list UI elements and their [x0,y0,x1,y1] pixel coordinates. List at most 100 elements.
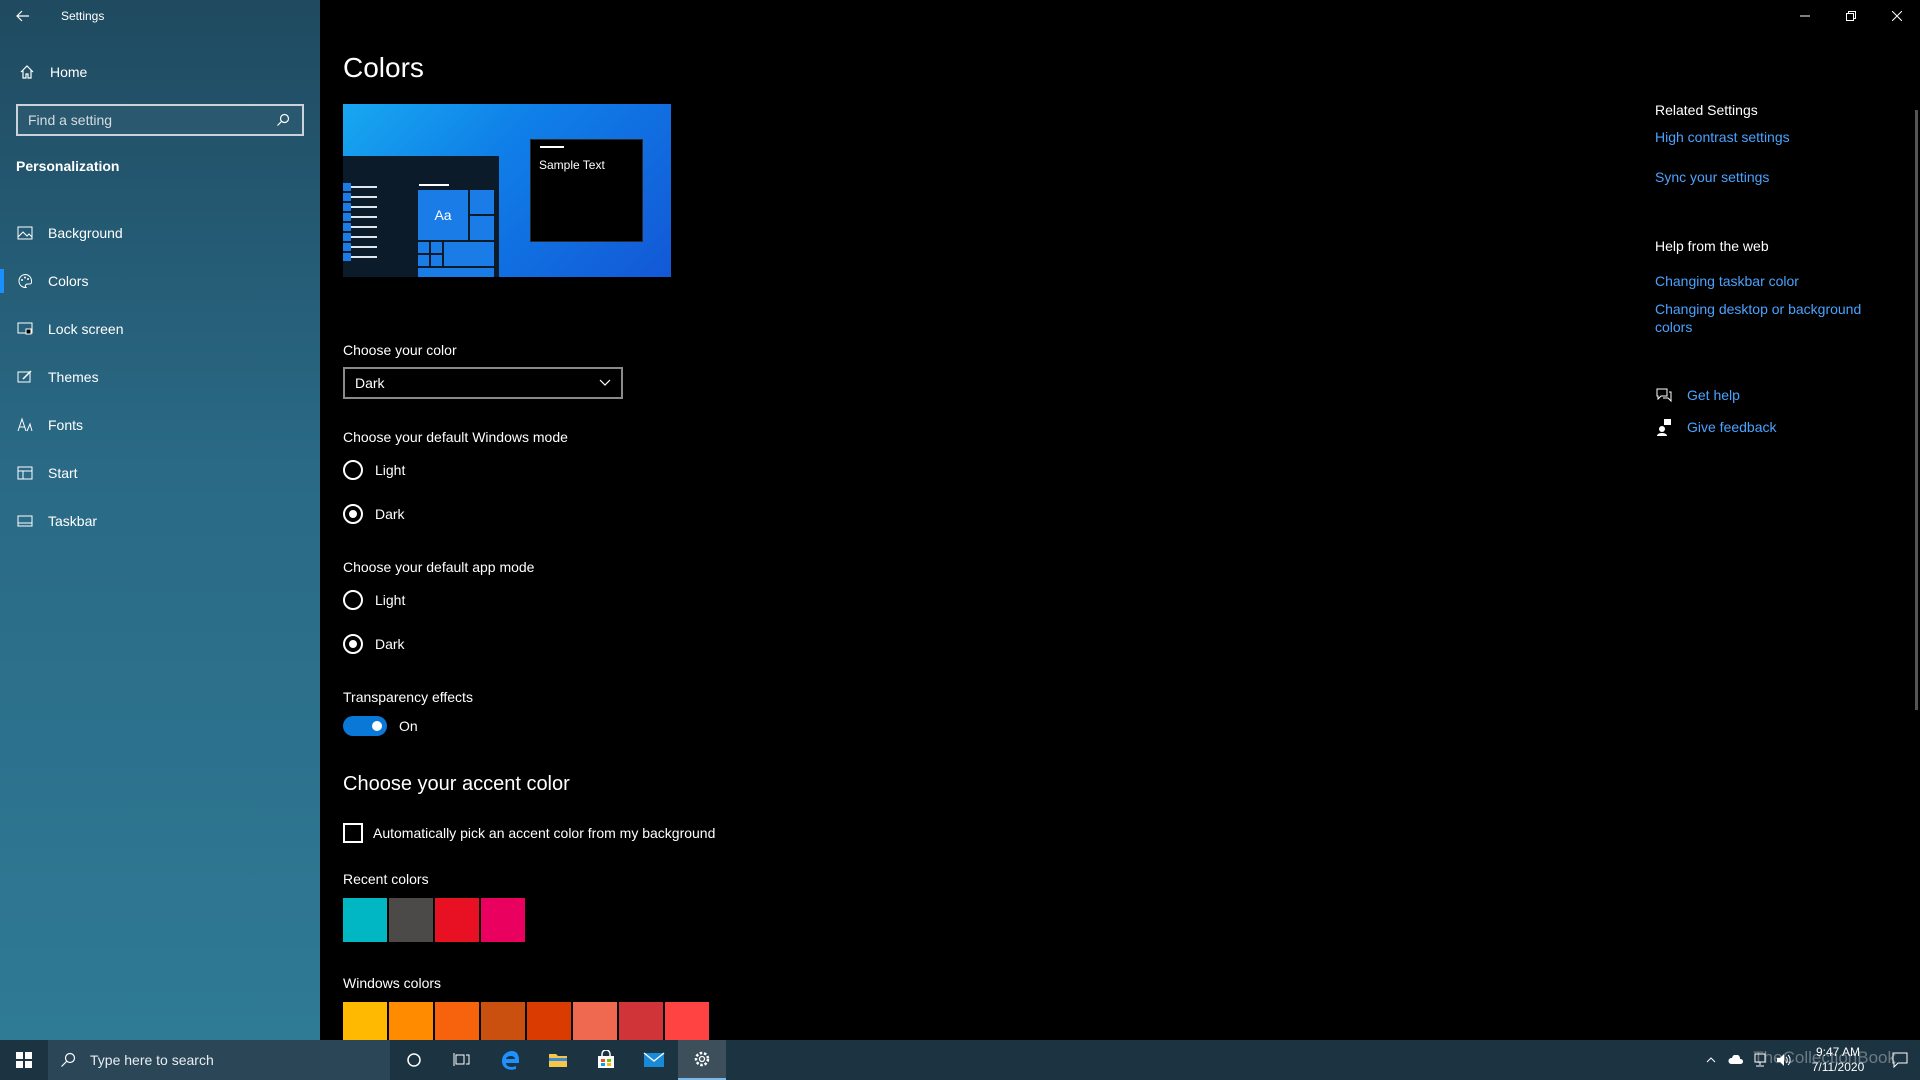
sidebar-item-taskbar[interactable]: Taskbar [0,497,320,545]
find-setting-input[interactable] [28,112,274,128]
cortana-icon [407,1053,421,1067]
sidebar-item-fonts[interactable]: Fonts [0,401,320,449]
start-button[interactable] [0,1040,48,1080]
toggle-track[interactable] [343,716,387,736]
radio-circle[interactable] [343,460,363,480]
back-button[interactable] [0,0,46,32]
chevron-up-icon [1706,1057,1716,1063]
taskbar-search-placeholder: Type here to search [90,1052,214,1068]
transparency-toggle[interactable]: On [343,716,418,736]
sidebar-item-themes[interactable]: Themes [0,353,320,401]
home-icon [18,63,36,81]
nav-list: Background Colors Lock screen Themes Fon… [0,209,320,545]
font-icon [16,416,34,434]
sidebar-item-background[interactable]: Background [0,209,320,257]
checkbox-label: Automatically pick an accent color from … [373,825,716,841]
get-help-link[interactable]: Get help [1655,386,1895,404]
preview-start-menu: Aa [343,156,499,277]
chevron-down-icon [599,379,611,386]
sync-settings-link[interactable]: Sync your settings [1655,168,1895,186]
scrollbar[interactable] [1915,110,1918,710]
folder-icon [549,1054,567,1067]
app-mode-light-radio[interactable]: Light [343,590,405,610]
sidebar-item-label: Colors [48,273,89,289]
app-mode-dark-radio[interactable]: Dark [343,634,405,654]
sidebar-item-label: Lock screen [48,321,124,337]
recent-color-swatch-4[interactable] [481,898,525,942]
windows-logo-icon [16,1052,32,1068]
chat-help-icon [1655,386,1673,404]
store-icon [598,1050,614,1068]
section-heading: Personalization [16,158,120,174]
cloud-icon [1728,1055,1744,1064]
radio-circle[interactable] [343,504,363,524]
checkbox-box[interactable] [343,823,363,843]
sidebar-item-label: Start [48,465,78,481]
give-feedback-link[interactable]: Give feedback [1655,418,1895,436]
sidebar-item-start[interactable]: Start [0,449,320,497]
choose-color-dropdown[interactable]: Dark [343,367,623,399]
radio-circle[interactable] [343,590,363,610]
sidebar-item-label: Taskbar [48,513,98,529]
task-view-icon [453,1053,470,1066]
sidebar-item-label: Themes [48,369,99,385]
desktop-color-link[interactable]: Changing desktop or background colors [1655,300,1885,336]
sidebar-item-lock-screen[interactable]: Lock screen [0,305,320,353]
store-button[interactable] [582,1040,630,1080]
task-view-button[interactable] [438,1040,486,1080]
nav-home-label: Home [50,64,88,80]
sidebar-item-colors[interactable]: Colors [0,257,320,305]
mail-icon [643,1052,665,1067]
back-arrow-icon [16,10,29,22]
choose-color-value: Dark [355,375,385,391]
accent-heading: Choose your accent color [343,773,570,795]
taskbar-search[interactable]: Type here to search [48,1040,390,1080]
radio-circle[interactable] [343,634,363,654]
give-feedback-label: Give feedback [1687,419,1777,435]
choose-color-label: Choose your color [343,342,457,358]
search-icon [61,1052,76,1067]
palette-icon [16,272,34,290]
sidebar: Settings Home Personalization Background… [0,0,320,1040]
related-heading: Related Settings [1655,102,1758,118]
edge-icon [502,1051,519,1070]
nav-home[interactable]: Home [0,58,320,86]
sidebar-item-label: Background [48,225,123,241]
system-tray: TheCollectionBook 9:47 AM 7/11/2020 [1698,1040,1920,1080]
find-setting-search[interactable] [16,104,304,136]
file-explorer-button[interactable] [534,1040,582,1080]
page-title: Colors [343,52,424,83]
picture-icon [16,224,34,242]
related-settings-panel: Related Settings High contrast settings … [1655,102,1895,436]
preview-window: Sample Text [530,139,643,242]
tray-overflow-button[interactable] [1698,1040,1724,1080]
sidebar-item-label: Fonts [48,417,84,433]
lock-screen-icon [16,320,34,338]
preview-tile: Aa [418,190,468,240]
settings-taskbar-button[interactable] [678,1040,726,1080]
high-contrast-link[interactable]: High contrast settings [1655,128,1895,146]
recent-color-swatch-3[interactable] [435,898,479,942]
get-help-label: Get help [1687,387,1740,403]
recent-color-swatch-2[interactable] [389,898,433,942]
brush-icon [16,368,34,386]
recent-colors-label: Recent colors [343,871,429,887]
radio-label: Light [375,462,406,478]
windows-mode-light-radio[interactable]: Light [343,460,405,480]
windows-colors-label: Windows colors [343,975,442,991]
windows-mode-label: Choose your default Windows mode [343,429,568,445]
app-mode-label: Choose your default app mode [343,559,535,575]
feedback-icon [1655,418,1673,436]
app-title: Settings [61,9,105,23]
auto-accent-checkbox[interactable]: Automatically pick an accent color from … [343,823,715,843]
search-icon[interactable] [274,111,292,129]
onedrive-button[interactable] [1724,1040,1748,1080]
mail-button[interactable] [630,1040,678,1080]
cortana-button[interactable] [390,1040,438,1080]
taskbar-color-link[interactable]: Changing taskbar color [1655,272,1895,290]
windows-mode-dark-radio[interactable]: Dark [343,504,405,524]
recent-color-swatch-1[interactable] [343,898,387,942]
edge-button[interactable] [486,1040,534,1080]
color-preview: Aa Sample Text [343,104,671,277]
transparency-label: Transparency effects [343,689,473,705]
